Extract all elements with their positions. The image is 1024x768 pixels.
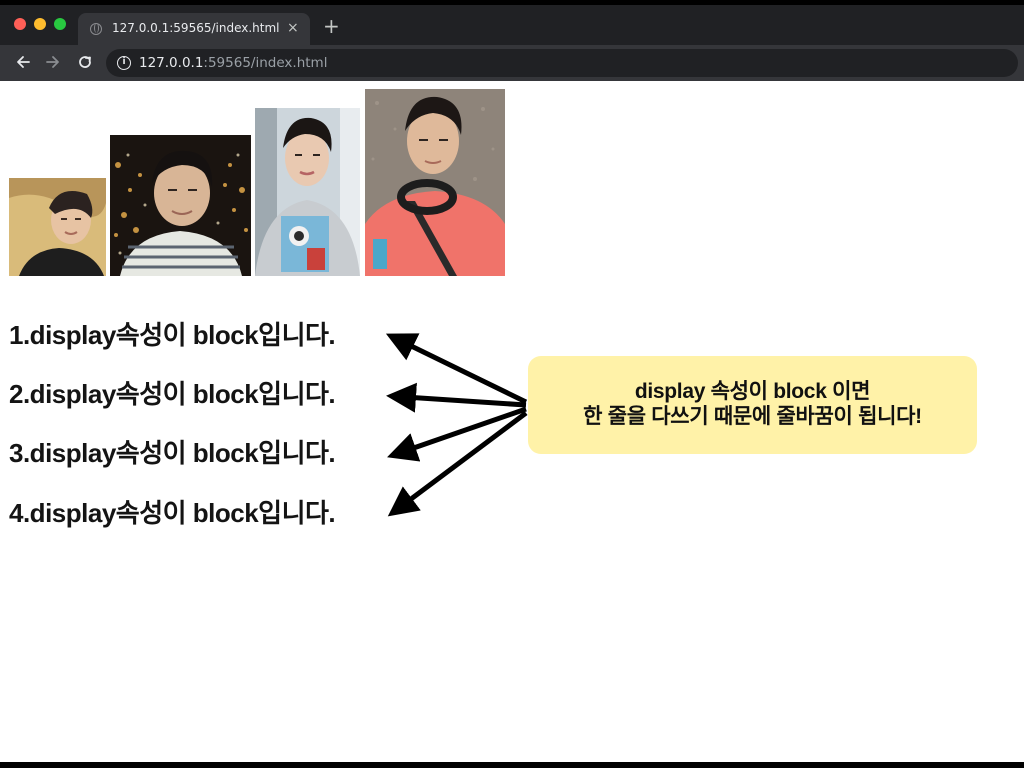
page-viewport: 1.display속성이 block입니다. 2.display속성이 bloc…: [0, 81, 1024, 762]
globe-icon: [90, 23, 102, 35]
url-text[interactable]: 127.0.0.1:59565/index.html: [139, 55, 327, 71]
arrow-to-line-4: [387, 410, 528, 517]
address-bar[interactable]: i 127.0.0.1:59565/index.html: [106, 49, 1018, 77]
arrow-to-line-2: [386, 382, 527, 413]
minimize-window-button[interactable]: [34, 18, 46, 30]
info-icon[interactable]: i: [117, 56, 131, 70]
browser-titlebar: 127.0.0.1:59565/index.html × +: [0, 5, 1024, 45]
arrow-to-line-3: [387, 406, 527, 462]
browser-toolbar: i 127.0.0.1:59565/index.html: [0, 45, 1024, 81]
explanation-callout: display 속성이 block 이면 한 줄을 다쓰기 때문에 줄바꿈이 됩…: [528, 356, 977, 454]
callout-line-1: display 속성이 block 이면: [634, 380, 871, 403]
close-window-button[interactable]: [14, 18, 26, 30]
url-path: :59565/index.html: [203, 55, 328, 71]
browser-tab[interactable]: 127.0.0.1:59565/index.html ×: [78, 13, 310, 45]
back-arrow-icon[interactable]: [14, 53, 32, 71]
tab-close-icon[interactable]: ×: [287, 19, 299, 37]
callout-line-2: 한 줄을 다쓰기 때문에 줄바꿈이 됩니다!: [583, 405, 922, 428]
arrow-to-line-1: [385, 333, 528, 405]
url-host: 127.0.0.1: [139, 55, 204, 71]
reload-icon[interactable]: [76, 53, 94, 71]
maximize-window-button[interactable]: [54, 18, 66, 30]
forward-arrow-icon[interactable]: [44, 53, 62, 71]
new-tab-icon[interactable]: +: [323, 16, 340, 36]
tab-title: 127.0.0.1:59565/index.html: [112, 21, 280, 35]
